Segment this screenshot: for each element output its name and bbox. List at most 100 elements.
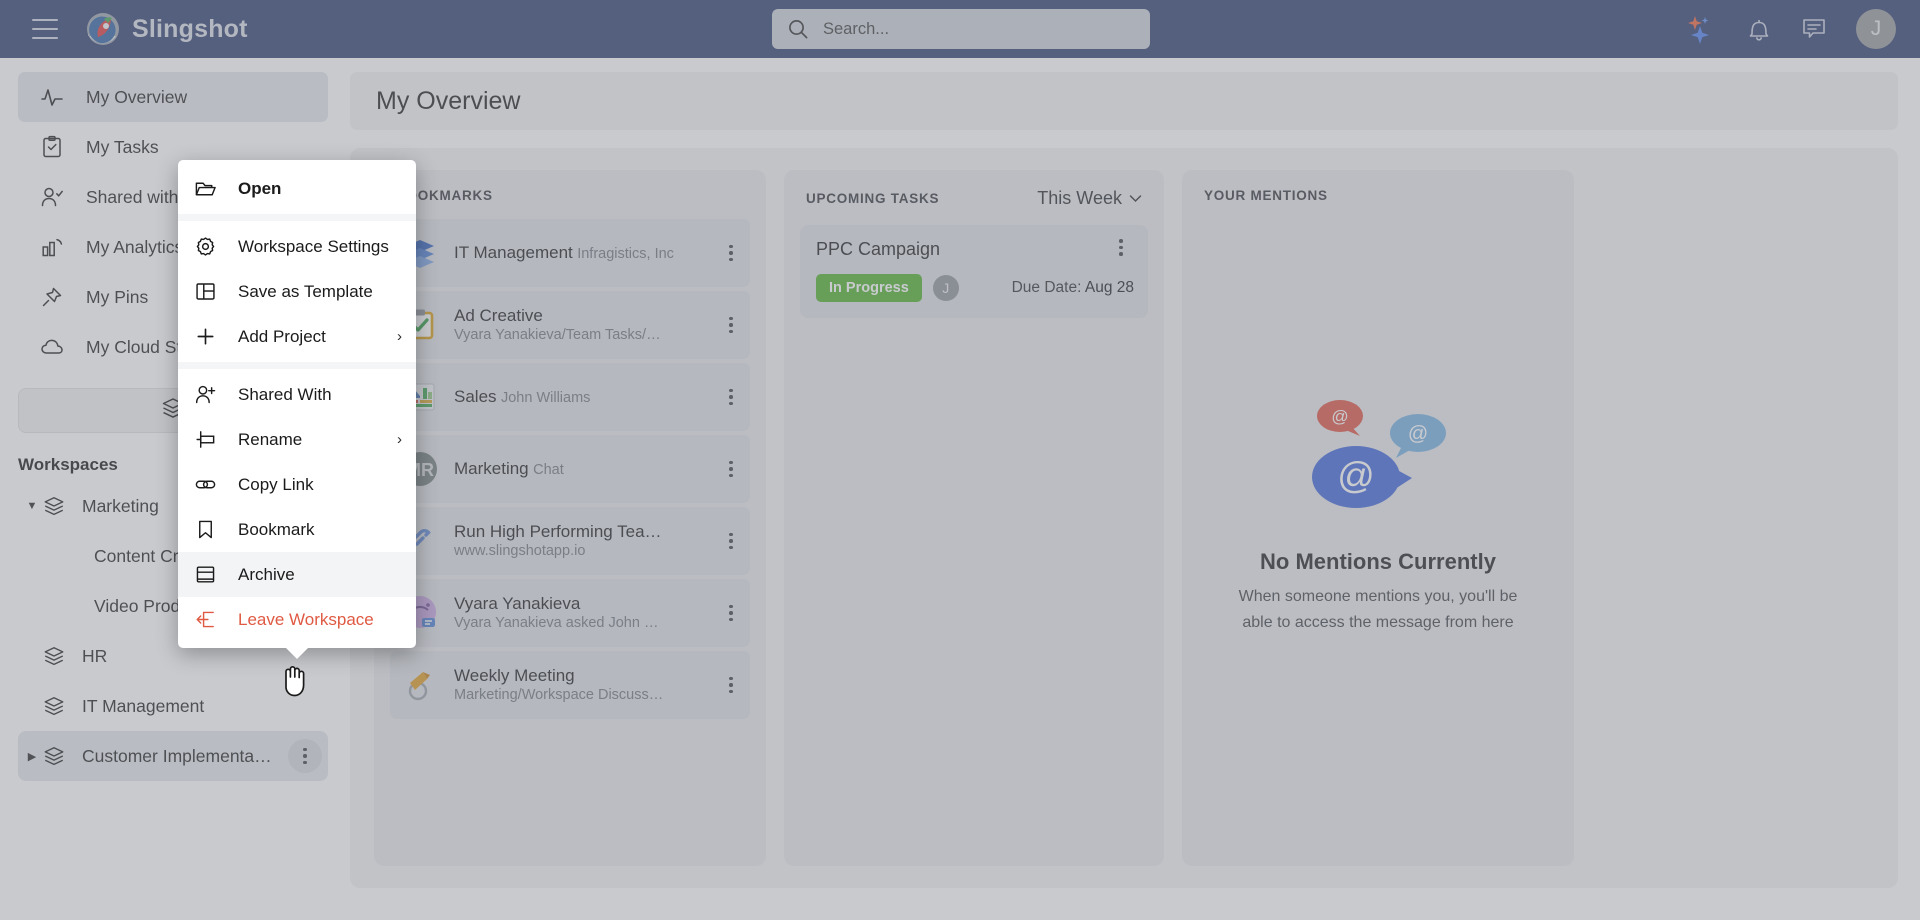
task-card-ppc-campaign[interactable]: PPC Campaign In Progress J Due Date: Aug… (800, 225, 1148, 318)
menu-item-copy-link[interactable]: Copy Link (178, 462, 416, 507)
gear-icon (194, 235, 220, 258)
menu-separator (178, 362, 416, 369)
menu-item-label: Archive (238, 564, 295, 584)
leave-exit-icon (194, 608, 220, 631)
archive-box-icon (194, 563, 220, 586)
menu-item-leave-workspace[interactable]: Leave Workspace (178, 597, 416, 642)
ai-sparkle-icon[interactable] (1684, 14, 1718, 44)
bookmark-text: IT Management Infragistics, Inc (454, 243, 718, 263)
upcoming-tasks-panel: UPCOMING TASKS This Week PPC Campaign In… (784, 170, 1164, 866)
bookmark-item-it-management[interactable]: IT Management Infragistics, Inc (390, 219, 750, 287)
task-assignee-avatar: J (932, 275, 959, 301)
menu-item-open[interactable]: Open (178, 166, 416, 211)
chevron-right-icon[interactable]: ▶ (24, 750, 40, 763)
sidebar-item-label: My Pins (86, 286, 149, 307)
menu-item-bookmark[interactable]: Bookmark (178, 507, 416, 552)
bar-chart-icon (40, 235, 66, 259)
brand-name: Slingshot (132, 14, 248, 43)
bookmark-title: Weekly Meeting (454, 666, 575, 685)
menu-item-workspace-settings[interactable]: Workspace Settings (178, 224, 416, 269)
bookmark-title: Run High Performing Tea… (454, 522, 662, 541)
menu-item-shared-with[interactable]: Shared With (178, 372, 416, 417)
search-input[interactable] (823, 19, 1150, 39)
sidebar-item-my-overview[interactable]: My Overview (18, 72, 328, 122)
task-name: PPC Campaign (816, 239, 941, 259)
svg-text:@: @ (1408, 423, 1428, 445)
bookmark-item-ad-creative[interactable]: Ad Creative Vyara Yanakieva/Team Tasks/… (390, 291, 750, 359)
menu-item-label: Rename (238, 429, 303, 449)
sidebar-item-label: My Analytics (86, 236, 184, 257)
your-mentions-header: YOUR MENTIONS (1198, 188, 1558, 203)
hamburger-icon[interactable] (32, 19, 58, 39)
chevron-right-icon: › (397, 431, 402, 448)
bookmark-text: Ad Creative Vyara Yanakieva/Team Tasks/… (454, 306, 718, 344)
bell-icon[interactable] (1746, 15, 1772, 43)
upcoming-tasks-filter-dropdown[interactable]: This Week (1037, 188, 1142, 209)
bookmark-icon (194, 518, 220, 541)
menu-item-label: Save as Template (238, 281, 373, 301)
due-date-value: Aug 28 (1084, 279, 1134, 296)
bookmark-text: Weekly Meeting Marketing/Workspace Discu… (454, 666, 718, 704)
your-mentions-panel: YOUR MENTIONS @ @ @ No Mentions Currentl… (1182, 170, 1574, 866)
bookmarks-header: BOOKMARKS (390, 188, 750, 203)
bookmark-subtitle: Chat (533, 462, 564, 478)
dashboard-panels: BOOKMARKS IT Management Infragistics, In… (350, 148, 1898, 888)
bookmark-item-marketing[interactable]: MR Marketing Chat (390, 435, 750, 503)
menu-item-label: Add Project (238, 326, 326, 346)
workspace-kebab-icon[interactable] (288, 739, 322, 773)
bookmark-item-run-high-performing-teams[interactable]: Run High Performing Tea… www.slingshotap… (390, 507, 750, 575)
menu-item-label: Bookmark (238, 519, 315, 539)
stack-layers-icon (42, 744, 68, 768)
workspace-item-customer-implementation[interactable]: ▶ Customer Implementa… (18, 731, 328, 781)
bookmark-subtitle: Infragistics, Inc (577, 246, 674, 262)
chat-bubble-icon[interactable] (1800, 16, 1828, 42)
menu-item-label: Open (238, 178, 282, 198)
menu-item-rename[interactable]: Rename › (178, 417, 416, 462)
template-layout-icon (194, 280, 220, 303)
menu-item-add-project[interactable]: Add Project › (178, 314, 416, 359)
slingshot-logo-icon (87, 13, 119, 45)
workspace-label: Customer Implementa… (82, 745, 272, 766)
search-bar[interactable] (772, 9, 1150, 49)
kebab-dots (292, 747, 318, 765)
status-badge: In Progress (816, 274, 922, 302)
main-content: My Overview BOOKMARKS IT Management Infr… (350, 58, 1920, 920)
user-check-icon (40, 185, 66, 209)
task-card-top: PPC Campaign (816, 239, 1134, 260)
bookmark-kebab-icon[interactable] (718, 676, 744, 694)
bookmark-title: IT Management (454, 243, 573, 262)
bookmark-kebab-icon[interactable] (718, 316, 744, 334)
bookmark-item-weekly-meeting[interactable]: Weekly Meeting Marketing/Workspace Discu… (390, 651, 750, 719)
bookmark-item-sales[interactable]: Sales John Williams (390, 363, 750, 431)
pin-icon (40, 285, 66, 309)
bookmark-item-vyara-yanakieva[interactable]: Vyara Yanakieva Vyara Yanakieva asked Jo… (390, 579, 750, 647)
mentions-empty-title: No Mentions Currently (1260, 548, 1496, 574)
bookmark-title: Sales (454, 387, 497, 406)
bookmark-title: Vyara Yanakieva (454, 594, 581, 613)
chevron-down-icon (1129, 195, 1142, 203)
bookmark-kebab-icon[interactable] (718, 604, 744, 622)
bookmark-kebab-icon[interactable] (718, 244, 744, 262)
chevron-down-icon[interactable]: ▼ (24, 500, 40, 512)
bookmark-kebab-icon[interactable] (718, 460, 744, 478)
sidebar-item-label: My Overview (86, 86, 188, 107)
avatar[interactable]: J (1856, 9, 1896, 49)
user-plus-icon (194, 383, 220, 406)
task-kebab-icon[interactable] (1108, 239, 1134, 256)
menu-item-save-as-template[interactable]: Save as Template (178, 269, 416, 314)
page-header: My Overview (350, 72, 1898, 130)
bookmark-text: Sales John Williams (454, 387, 718, 407)
stack-layers-icon (42, 644, 68, 668)
page-title: My Overview (376, 86, 521, 115)
bookmark-kebab-icon[interactable] (718, 532, 744, 550)
plus-icon (194, 325, 220, 348)
menu-item-label: Copy Link (238, 474, 314, 494)
bookmark-kebab-icon[interactable] (718, 388, 744, 406)
at-mention-bubbles-icon: @ @ @ (1312, 399, 1446, 508)
cloud-icon (40, 335, 66, 359)
menu-item-archive[interactable]: Archive (178, 552, 416, 597)
mouse-cursor-pointer (285, 665, 305, 697)
bookmarks-panel: BOOKMARKS IT Management Infragistics, In… (374, 170, 766, 866)
rename-icon (194, 428, 220, 451)
upcoming-tasks-title: UPCOMING TASKS (806, 191, 940, 206)
